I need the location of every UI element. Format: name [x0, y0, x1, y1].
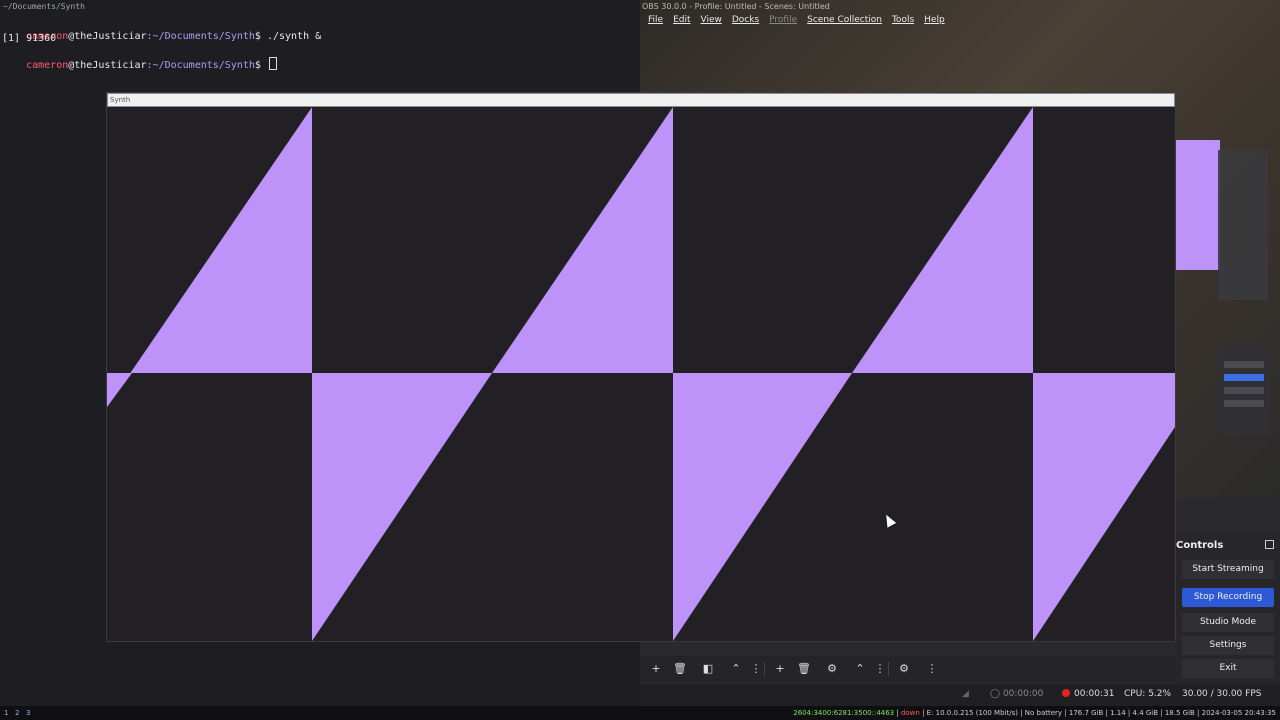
obs-menubar: File Edit View Docks Profile Scene Colle…: [648, 15, 945, 25]
terminal-host: @theJusticiar: [68, 31, 147, 42]
menu-tools[interactable]: Tools: [892, 15, 914, 25]
studio-mode-button[interactable]: Studio Mode: [1182, 613, 1274, 632]
synth-title: Synth: [110, 96, 131, 104]
terminal-user: cameron: [26, 60, 69, 71]
synth-titlebar[interactable]: Synth: [107, 93, 1175, 107]
fps-counter: 30.00 / 30.00 FPS: [1182, 689, 1262, 699]
divider: [888, 662, 889, 676]
terminal-path: :~/Documents/Synth: [146, 60, 255, 71]
record-icon: [1062, 689, 1070, 697]
menu-view[interactable]: View: [701, 15, 722, 25]
menu-edit[interactable]: Edit: [673, 15, 690, 25]
synth-window[interactable]: Synth: [106, 92, 1176, 642]
nested-button: [1224, 387, 1264, 394]
controls-title: Controls: [1176, 540, 1224, 551]
obs-title: OBS 30.0.0 - Profile: Untitled - Scenes:…: [642, 2, 830, 11]
terminal-command: $ ./synth &: [254, 31, 322, 42]
exit-button[interactable]: Exit: [1182, 659, 1274, 678]
gear-icon[interactable]: ⚙: [824, 661, 840, 677]
nested-controls-preview: [1218, 345, 1270, 435]
stream-time-value: 00:00:00: [1002, 689, 1044, 699]
menu-docks[interactable]: Docks: [732, 15, 759, 25]
ipv6-address: 2604:3400:6281:3500::4463: [793, 709, 895, 717]
system-info: 2604:3400:6281:3500::4463 | down | E: 10…: [793, 709, 1276, 717]
add-scene-icon[interactable]: +: [648, 661, 664, 677]
terminal-cursor: [268, 57, 277, 70]
terminal-path: :~/Documents/Synth: [146, 31, 255, 42]
stop-recording-button[interactable]: Stop Recording: [1182, 588, 1274, 607]
nested-preview: [1218, 150, 1268, 300]
workspace-2[interactable]: 2: [15, 709, 19, 717]
terminal-prompt: $: [254, 60, 267, 71]
move-up-icon[interactable]: ⌃: [728, 661, 744, 677]
menu-help[interactable]: Help: [924, 15, 945, 25]
nested-button: [1224, 374, 1264, 381]
remove-scene-icon[interactable]: 🗑: [672, 661, 688, 677]
terminal-host: @theJusticiar: [68, 60, 147, 71]
terminal-line[interactable]: cameron@theJusticiar:~/Documents/Synth$: [2, 46, 277, 82]
terminal-title: ~/Documents/Synth: [3, 2, 85, 11]
scene-filters-icon[interactable]: ◧: [700, 661, 716, 677]
workspace-3[interactable]: 3: [26, 709, 30, 717]
more-icon[interactable]: ⋮: [872, 661, 888, 677]
settings-button[interactable]: Settings: [1182, 636, 1274, 655]
preview-thumbnail: [1176, 140, 1220, 270]
nested-button: [1224, 361, 1264, 368]
wifi-status: down: [900, 709, 920, 717]
obs-status-bar: ◢ ◯ 00:00:00 00:00:31 CPU: 5.2% 30.00 / …: [640, 684, 1280, 706]
menu-scene-collection[interactable]: Scene Collection: [807, 15, 882, 25]
more-icon[interactable]: ⋮: [748, 661, 764, 677]
workspace-1[interactable]: 1: [4, 709, 8, 717]
start-streaming-button[interactable]: Start Streaming: [1182, 560, 1274, 579]
more-icon[interactable]: ⋮: [924, 661, 940, 677]
terminal-output: [1] 91360: [2, 33, 57, 44]
audio-settings-icon[interactable]: ⚙: [896, 661, 912, 677]
add-source-icon[interactable]: +: [772, 661, 788, 677]
menu-file[interactable]: File: [648, 15, 663, 25]
nested-button: [1224, 400, 1264, 407]
obs-dock-toolbar: + 🗑 ◧ ⌃ ⋮ + 🗑 ⚙ ⌃ ⋮ ⚙ ⋮: [640, 656, 1176, 682]
cpu-usage: CPU: 5.2%: [1124, 689, 1172, 699]
stream-time: ◯ 00:00:00: [990, 689, 1044, 699]
controls-dock: Controls Start Streaming Stop Recording …: [1176, 534, 1280, 706]
sawtooth-waveform: [107, 107, 1175, 641]
divider: [764, 662, 765, 676]
dock-undock-icon[interactable]: [1265, 540, 1274, 549]
menu-profile[interactable]: Profile: [769, 15, 797, 25]
recording-time-value: 00:00:31: [1074, 689, 1115, 699]
move-up-icon[interactable]: ⌃: [852, 661, 868, 677]
system-metrics: E: 10.0.0.215 (100 Mbit/s) | No battery …: [926, 709, 1276, 717]
remove-source-icon[interactable]: 🗑: [796, 661, 812, 677]
recording-time: 00:00:31: [1062, 689, 1114, 699]
network-icon: ◢: [962, 689, 969, 699]
system-status-bar: 1 2 3 2604:3400:6281:3500::4463 | down |…: [0, 706, 1280, 720]
